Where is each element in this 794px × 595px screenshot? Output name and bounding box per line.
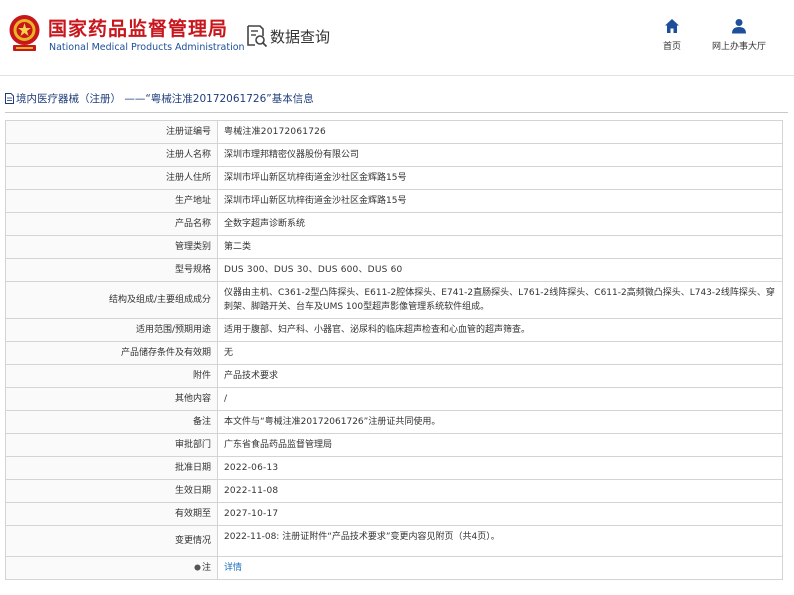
nav-online-hall[interactable]: 网上办事大厅 [706,18,772,52]
field-label: 其他内容 [5,387,218,411]
table-row: 管理类别 第二类 [5,235,783,259]
field-value: 粤械注准20172061726 [217,120,783,144]
field-value: 第二类 [217,235,783,259]
registration-info-table: 注册证编号 粤械注准20172061726 注册人名称 深圳市理邦精密仪器股份有限公… [5,120,783,580]
pin-icon [194,564,201,571]
field-value: 无 [217,341,783,365]
field-value: 2022-11-08 [217,479,783,503]
data-query-icon [247,25,268,48]
table-row: 结构及组成/主要组成成分 仪器由主机、C361-2型凸阵探头、E611-2腔体探头… [5,281,783,319]
field-value: DUS 300、DUS 30、DUS 600、DUS 60 [217,258,783,282]
field-value: 深圳市坪山新区坑梓街道金沙社区金辉路15号 [217,166,783,190]
note-label: 注 [201,563,211,573]
field-value: 广东省食品药品监督管理局 [217,433,783,457]
nav-online-hall-label: 网上办事大厅 [711,42,766,52]
field-value-note: 详情 [217,556,783,580]
field-label: 产品名称 [5,212,218,236]
org-name-en[interactable]: National Medical Products Administration [49,42,245,53]
table-row: 注册人住所 深圳市坪山新区坑梓街道金沙社区金辉路15号 [5,166,783,190]
field-label: 备注 [5,410,218,434]
field-value: 深圳市理邦精密仪器股份有限公司 [217,143,783,167]
site-header: 国家药品监督管理局 National Medical Products Admi… [0,0,794,68]
user-icon [732,19,746,34]
home-icon [665,19,679,33]
field-value: 2022-11-08: 注册证附件“产品技术要求”变更内容见附页（共4页）。 [217,525,783,557]
field-label: 型号规格 [5,258,218,282]
section-title: 数据查询 [270,28,331,46]
field-label: 生效日期 [5,479,218,503]
field-value: 仪器由主机、C361-2型凸阵探头、E611-2腔体探头、E741-2直肠探头、… [217,281,783,319]
breadcrumb-underline [5,112,788,113]
table-row: 审批部门 广东省食品药品监督管理局 [5,433,783,457]
field-value: 产品技术要求 [217,364,783,388]
table-row: 注册证编号 粤械注准20172061726 [5,120,783,144]
field-value: 2027-10-17 [217,502,783,526]
table-row: 注册人名称 深圳市理邦精密仪器股份有限公司 [5,143,783,167]
table-row: 有效期至 2027-10-17 [5,502,783,526]
table-row: 生效日期 2022-11-08 [5,479,783,503]
field-label: 批准日期 [5,456,218,480]
table-row: 型号规格 DUS 300、DUS 30、DUS 600、DUS 60 [5,258,783,282]
field-value: 本文件与“粤械注准20172061726”注册证共同使用。 [217,410,783,434]
table-row: 附件 产品技术要求 [5,364,783,388]
field-label: 适用范围/预期用途 [5,318,218,342]
table-row: 其他内容 / [5,387,783,411]
field-label-note: 注 [5,556,218,580]
field-label: 注册证编号 [5,120,218,144]
org-name-cn[interactable]: 国家药品监督管理局 [48,14,228,41]
national-emblem-icon [9,15,40,51]
table-row: 产品名称 全数字超声诊断系统 [5,212,783,236]
field-value: 深圳市坪山新区坑梓街道金沙社区金辉路15号 [217,189,783,213]
table-row: 产品储存条件及有效期无 [5,341,783,365]
table-row: 生产地址 深圳市坪山新区坑梓街道金沙社区金辉路15号 [5,189,783,213]
field-label: 生产地址 [5,189,218,213]
field-value: 全数字超声诊断系统 [217,212,783,236]
field-label: 产品储存条件及有效期 [5,341,218,365]
field-label: 变更情况 [5,525,218,557]
breadcrumb: 境内医疗器械（注册） ——“粤械注准20172061726”基本信息 [5,91,314,106]
table-row: 备注 本文件与“粤械注准20172061726”注册证共同使用。 [5,410,783,434]
field-label: 附件 [5,364,218,388]
field-value: / [217,387,783,411]
field-label: 管理类别 [5,235,218,259]
field-label: 注册人住所 [5,166,218,190]
field-value: 2022-06-13 [217,456,783,480]
table-row: 适用范围/预期用途 适用于腹部、妇产科、小器官、泌尿科的临床超声检查和心血管的超声… [5,318,783,342]
document-icon [5,93,14,104]
nav-home[interactable]: 首页 [660,18,684,52]
table-row: 注 详情 [5,556,783,580]
breadcrumb-text: 境内医疗器械（注册） ——“粤械注准20172061726”基本信息 [16,93,314,105]
table-row: 批准日期 2022-06-13 [5,456,783,480]
table-row: 变更情况 2022-11-08: 注册证附件“产品技术要求”变更内容见附页（共4页… [5,525,783,557]
field-value: 适用于腹部、妇产科、小器官、泌尿科的临床超声检查和心血管的超声筛查。 [217,318,783,342]
field-label: 注册人名称 [5,143,218,167]
header-divider [0,75,794,76]
field-label: 审批部门 [5,433,218,457]
nav-home-label: 首页 [662,42,681,52]
detail-link[interactable]: 详情 [224,563,242,573]
field-label: 结构及组成/主要组成成分 [5,281,218,319]
field-label: 有效期至 [5,502,218,526]
